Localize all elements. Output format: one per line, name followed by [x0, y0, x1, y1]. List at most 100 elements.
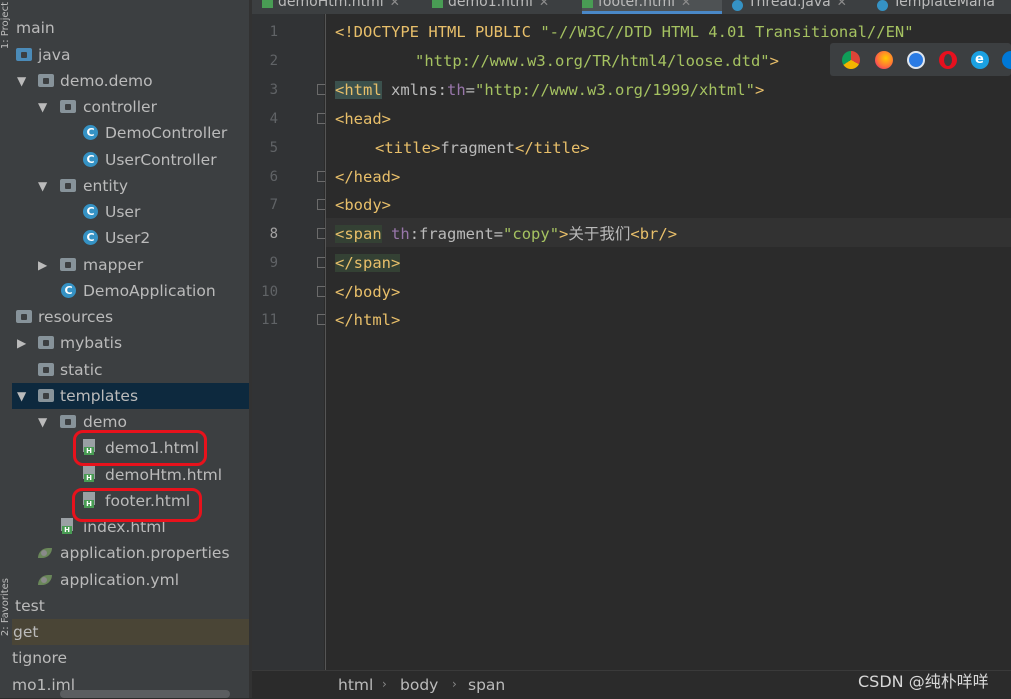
line-number: 6 — [269, 169, 278, 185]
tab-thread-java[interactable]: Thread.java ✕ — [732, 0, 862, 14]
edge-icon[interactable] — [1002, 51, 1011, 69]
tree-item-label: main — [16, 19, 55, 37]
tree-item-label: DemoController — [105, 124, 228, 142]
tree-item-label: entity — [83, 177, 128, 195]
tree-item-static[interactable]: static — [12, 357, 249, 383]
tab-demo1-html[interactable]: demo1.html ✕ — [432, 0, 572, 14]
breadcrumb-item-body[interactable]: body — [400, 676, 438, 694]
tree-item-application-properties[interactable]: application.properties — [12, 540, 249, 566]
tab-label: demoHtm.html — [278, 0, 384, 10]
code-line-4: <head> — [335, 110, 391, 128]
class-icon: C — [83, 230, 98, 245]
safari-icon[interactable] — [907, 51, 925, 69]
expanded-arrow-icon[interactable]: ▼ — [17, 68, 26, 94]
tree-item-mybatis[interactable]: ▶ mybatis — [12, 330, 249, 356]
editor-tab-bar: demoHtm.html ✕ demo1.html ✕ footer.html ✕ T… — [252, 0, 1011, 14]
breadcrumb-item-span[interactable]: span — [468, 676, 505, 694]
line-number: 7 — [269, 197, 278, 213]
line-number: 9 — [269, 255, 278, 271]
collapsed-arrow-icon[interactable]: ▶ — [38, 252, 47, 278]
class-icon: C — [83, 204, 98, 219]
code-line-11: </html> — [335, 311, 401, 329]
collapsed-arrow-icon[interactable]: ▶ — [17, 330, 26, 356]
java-class-icon — [877, 0, 888, 11]
tab-footer-html[interactable]: footer.html ✕ — [582, 0, 722, 14]
tree-item-demo-controller[interactable]: C DemoController — [12, 120, 249, 146]
project-panel: main java ▼ demo.demo ▼ controller C Dem… — [12, 0, 259, 698]
chrome-icon[interactable] — [842, 51, 860, 69]
folder-icon — [60, 415, 76, 428]
tree-item-mapper[interactable]: ▶ mapper — [12, 252, 249, 278]
tree-item-entity[interactable]: ▼ entity — [12, 173, 249, 199]
code-line-2: "http://www.w3.org/TR/html4/loose.dtd"> — [415, 52, 779, 70]
expanded-arrow-icon[interactable]: ▼ — [38, 94, 47, 120]
tree-item-test[interactable]: test — [12, 593, 249, 619]
horizontal-scrollbar[interactable] — [60, 690, 230, 698]
ie-icon[interactable]: e — [971, 51, 989, 69]
tree-item-demo-application[interactable]: C DemoApplication — [12, 278, 249, 304]
tree-item-label: User2 — [105, 229, 151, 247]
line-number: 5 — [269, 140, 278, 156]
code-line-3: <html xmlns:th="http://www.w3.org/1999/x… — [335, 81, 765, 99]
tree-item-java[interactable]: java — [12, 42, 249, 68]
code-line-10: </body> — [335, 283, 401, 301]
tree-item-label: mapper — [83, 256, 144, 274]
project-tool-tab[interactable]: 1: Project — [0, 2, 11, 49]
code-line-7: <body> — [335, 196, 391, 214]
close-icon[interactable]: ✕ — [539, 0, 549, 9]
folder-icon — [38, 336, 54, 349]
firefox-icon[interactable] — [875, 51, 893, 69]
close-icon[interactable]: ✕ — [837, 0, 847, 9]
expanded-arrow-icon[interactable]: ▼ — [38, 409, 47, 435]
close-icon[interactable]: ✕ — [390, 0, 400, 9]
tree-item-label: DemoApplication — [83, 282, 216, 300]
tree-item-controller[interactable]: ▼ controller — [12, 94, 249, 120]
tree-item-label: test — [15, 597, 45, 615]
tab-templatemanager[interactable]: TemplateMana — [877, 0, 1011, 14]
watermark: CSDN @纯朴咩咩 — [858, 672, 989, 691]
tree-item-user2[interactable]: C User2 — [12, 225, 249, 251]
html-file-icon — [262, 0, 273, 8]
chevron-right-icon: › — [382, 677, 387, 691]
breadcrumb-item-html[interactable]: html — [338, 676, 373, 694]
tree-item-user[interactable]: C User — [12, 199, 249, 225]
tree-item-demo-demo[interactable]: ▼ demo.demo — [12, 68, 249, 94]
browser-preview-bar: e — [830, 43, 1011, 76]
tool-window-strip: 1: Project 2: Favorites — [0, 0, 12, 698]
tab-demohtm-html[interactable]: demoHtm.html ✕ — [262, 0, 422, 14]
expanded-arrow-icon[interactable]: ▼ — [38, 173, 47, 199]
code-editor[interactable]: <!DOCTYPE HTML PUBLIC "-//W3C//DTD HTML … — [326, 14, 1011, 670]
class-icon: C — [83, 152, 98, 167]
line-number-current: 8 — [269, 226, 278, 242]
folder-icon — [38, 363, 54, 376]
tree-item-get[interactable]: get — [12, 619, 249, 645]
favorites-tool-tab[interactable]: 2: Favorites — [0, 578, 11, 636]
code-line-9: </span> — [335, 254, 401, 272]
opera-icon[interactable] — [939, 51, 957, 69]
tree-item-application-yml[interactable]: application.yml — [12, 567, 249, 593]
class-icon: C — [83, 125, 98, 140]
tree-item-main[interactable]: main — [12, 15, 249, 41]
tree-item-label: java — [38, 46, 71, 64]
tab-label: footer.html — [598, 0, 675, 10]
line-number: 10 — [261, 284, 278, 300]
tree-item-label: get — [13, 623, 39, 641]
tree-item-user-controller[interactable]: C UserController — [12, 147, 249, 173]
tree-item-label: application.yml — [60, 571, 180, 589]
tree-item-resources[interactable]: resources — [12, 304, 249, 330]
code-line-1: <!DOCTYPE HTML PUBLIC "-//W3C//DTD HTML … — [335, 23, 914, 41]
close-icon[interactable]: ✕ — [681, 0, 691, 9]
code-line-5: <title>fragment</title> — [375, 139, 590, 157]
html-file-icon — [432, 0, 443, 8]
code-line-6: </head> — [335, 168, 401, 186]
tree-item-templates[interactable]: ▼ templates — [12, 383, 249, 409]
spring-boot-class-icon: C — [61, 283, 76, 298]
line-number: 3 — [269, 82, 278, 98]
expanded-arrow-icon[interactable]: ▼ — [17, 383, 26, 409]
tree-item-label: mybatis — [60, 334, 123, 352]
editor-gutter: 1 2 3 4 5 6 7 8 9 10 11 — [252, 14, 328, 670]
line-number: 2 — [269, 53, 278, 69]
tree-item-label: tignore — [12, 649, 68, 667]
tree-item-label: demo.demo — [60, 72, 153, 90]
tree-item-gitignore[interactable]: tignore — [12, 645, 249, 671]
